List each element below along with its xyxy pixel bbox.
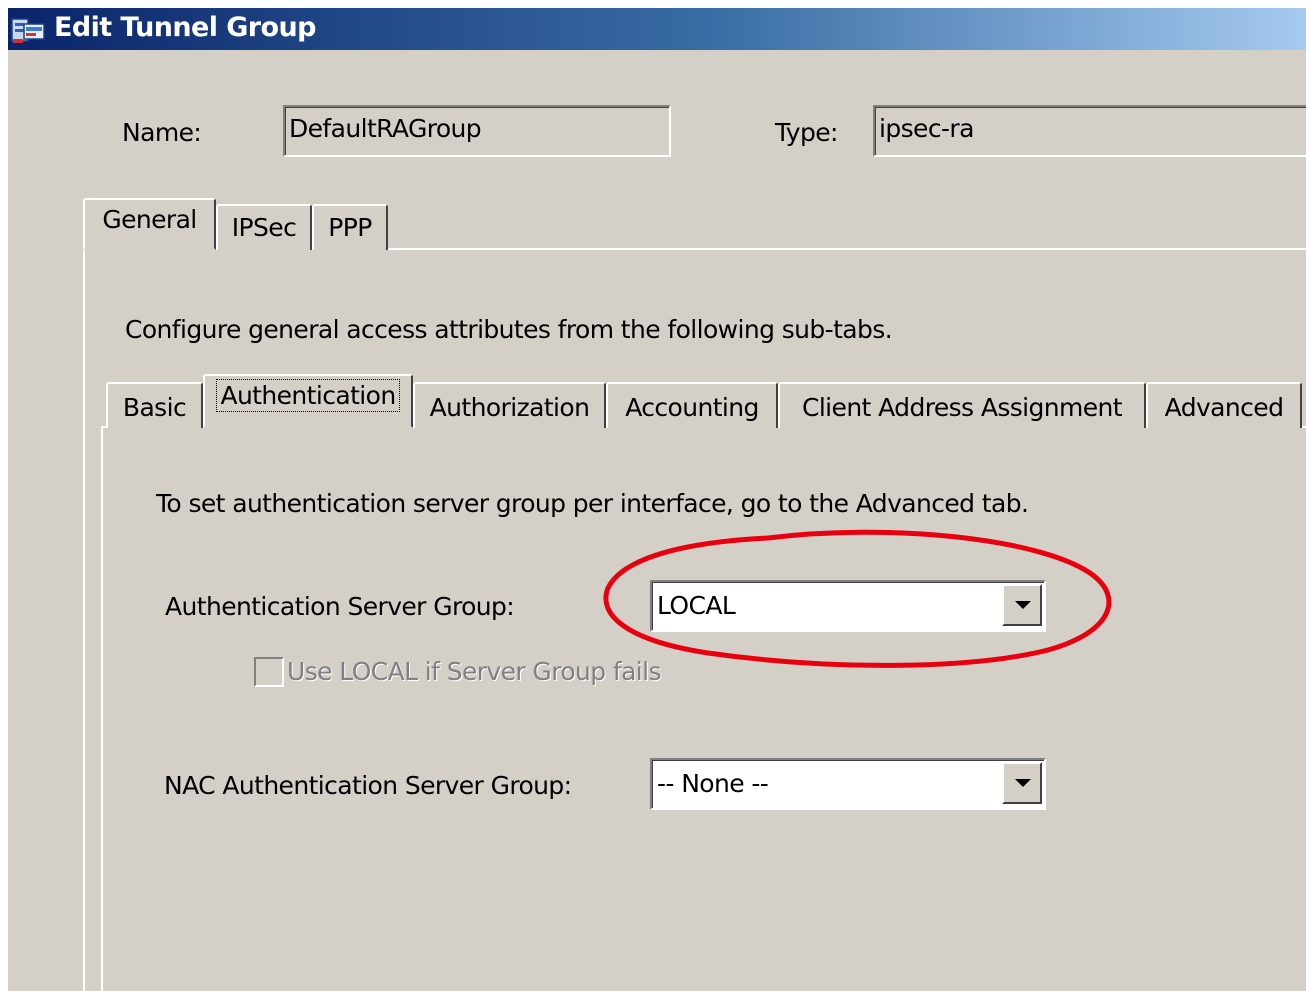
subtab-accounting-label: Accounting (625, 393, 759, 422)
subtab-advanced[interactable]: Advanced (1146, 382, 1302, 428)
main-tab-panel-left (83, 248, 85, 991)
edit-tunnel-group-window: Edit Tunnel Group Name: DefaultRAGroup T… (8, 8, 1306, 991)
type-label: Type: (775, 118, 838, 147)
auth-server-group-select[interactable]: LOCAL (650, 580, 1046, 632)
auth-server-group-value: LOCAL (657, 591, 736, 620)
use-local-checkbox-label: Use LOCAL if Server Group fails (287, 657, 662, 686)
auth-server-group-dropdown-button[interactable] (1002, 584, 1042, 626)
chevron-down-icon (1015, 779, 1031, 787)
subtab-basic[interactable]: Basic (106, 382, 203, 428)
subtab-panel-left (101, 426, 103, 991)
name-label: Name: (122, 118, 202, 147)
subtab-advanced-label: Advanced (1164, 393, 1284, 422)
nac-server-group-dropdown-button[interactable] (1002, 762, 1042, 804)
subtab-authentication-label: Authentication (216, 379, 400, 412)
name-field[interactable]: DefaultRAGroup (283, 105, 671, 157)
use-local-checkbox[interactable] (254, 657, 284, 687)
tab-general-label: General (102, 205, 197, 234)
window-title: Edit Tunnel Group (54, 12, 316, 43)
type-field[interactable]: ipsec-ra (873, 105, 1306, 157)
subtab-client-address-assignment-label: Client Address Assignment (801, 393, 1123, 422)
subtab-client-address-assignment[interactable]: Client Address Assignment (778, 382, 1146, 428)
tab-ipsec[interactable]: IPSec (216, 204, 312, 250)
subtab-basic-label: Basic (122, 393, 187, 422)
subtab-authorization-label: Authorization (429, 393, 590, 422)
tab-general[interactable]: General (83, 198, 216, 250)
auth-server-group-label: Authentication Server Group: (165, 592, 515, 621)
tab-ipsec-label: IPSec (231, 213, 297, 242)
app-window-icon (11, 18, 45, 43)
chevron-down-icon (1015, 601, 1031, 609)
subtab-accounting[interactable]: Accounting (606, 382, 778, 428)
nac-server-group-select[interactable]: -- None -- (650, 758, 1046, 810)
nac-server-group-label: NAC Authentication Server Group: (164, 771, 572, 800)
authentication-hint: To set authentication server group per i… (156, 489, 1029, 518)
nac-server-group-value: -- None -- (657, 769, 769, 798)
tab-ppp[interactable]: PPP (312, 204, 388, 250)
tab-ppp-label: PPP (328, 213, 372, 242)
subtab-authorization[interactable]: Authorization (413, 382, 606, 428)
title-bar: Edit Tunnel Group (8, 8, 1306, 50)
general-description: Configure general access attributes from… (125, 315, 893, 344)
subtab-authentication[interactable]: Authentication (203, 374, 413, 428)
